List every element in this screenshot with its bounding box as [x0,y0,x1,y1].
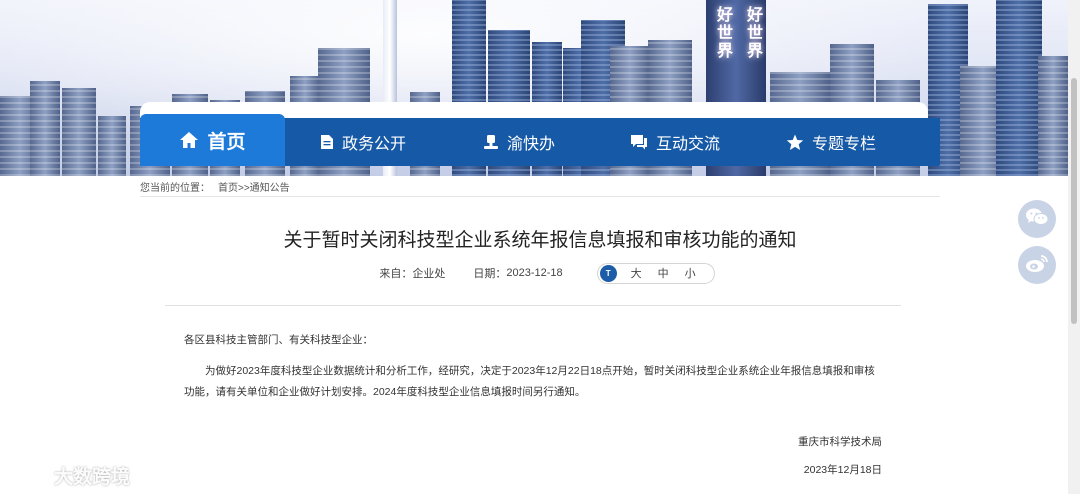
home-icon [179,131,199,149]
article-paragraph: 为做好2023年度科技型企业数据统计和分析工作，经研究，决定于2023年12月2… [184,365,875,398]
font-size-switcher: T 大 中 小 [596,262,715,284]
wechat-icon [1025,207,1049,232]
article-title: 关于暂时关闭科技型企业系统年报信息填报和审核功能的通知 [283,230,797,251]
share-wechat-button[interactable] [1018,200,1056,238]
document-icon [320,134,334,150]
font-size-large[interactable]: 大 [631,265,642,281]
breadcrumb-prefix: 您当前的位置： [140,183,210,194]
nav-item-interaction[interactable]: 互动交流 [597,118,753,166]
building [98,116,126,176]
tower-lights-text: 好世界 [744,6,761,60]
stamp-icon [483,134,499,150]
star-icon [786,134,804,151]
main-nav: 首页 政务公开 渝快办 互动交流 专题专栏 [140,114,940,166]
date-label: 日期： [473,268,507,280]
article-signature: 重庆市科学技术局 [798,436,882,448]
nav-item-label: 专题专栏 [811,136,876,153]
font-size-small[interactable]: 小 [685,265,696,281]
watermark-text: 大数跨境 [54,466,131,488]
nav-item-label: 互动交流 [655,136,720,153]
building [996,0,1042,176]
tower-lights-text: 好世界 [714,6,731,60]
title-divider [165,305,901,306]
building [62,88,96,176]
nav-item-label: 首页 [207,131,246,153]
weibo-icon [1025,253,1049,278]
article-greeting: 各区县科技主管部门、有关科技型企业： [184,334,373,346]
scrollbar-thumb[interactable] [1071,78,1077,324]
building [1038,56,1068,176]
nav-item-government-affairs[interactable]: 政务公开 [285,118,441,166]
share-weibo-button[interactable] [1018,246,1056,284]
article-body: 各区县科技主管部门、有关科技型企业： 为做好2023年度科技型企业数据统计和分析… [184,330,884,403]
article-date: 日期： 2023-12-18 [473,265,562,281]
date-value: 2023-12-18 [506,267,563,279]
nav-item-home[interactable]: 首页 [140,114,285,166]
source-label: 来自： [379,268,413,280]
article-source: 来自： 企业处 [379,265,445,281]
chat-icon [630,134,648,150]
source-value: 企业处 [412,268,446,280]
breadcrumb: 您当前的位置： 首页 >>通知公告 [140,177,940,197]
nav-item-label: 渝快办 [506,136,555,153]
watermark-logo-icon [8,460,48,490]
breadcrumb-home-link[interactable]: 首页 [218,179,238,194]
nav-item-special-topics[interactable]: 专题专栏 [753,118,909,166]
article-sign-date: 2023年12月18日 [803,464,882,476]
page-scrollbar[interactable] [1068,0,1080,494]
nav-item-label: 政务公开 [341,136,406,153]
breadcrumb-current[interactable]: >>通知公告 [238,179,290,194]
font-size-icon: T [599,264,617,282]
font-size-medium[interactable]: 中 [658,265,669,281]
building [30,81,60,176]
watermark: 大数跨境 [8,460,130,490]
nav-item-yukuaiban[interactable]: 渝快办 [441,118,597,166]
article-meta: 来自： 企业处 日期： 2023-12-18 T 大 中 小 [140,262,940,284]
